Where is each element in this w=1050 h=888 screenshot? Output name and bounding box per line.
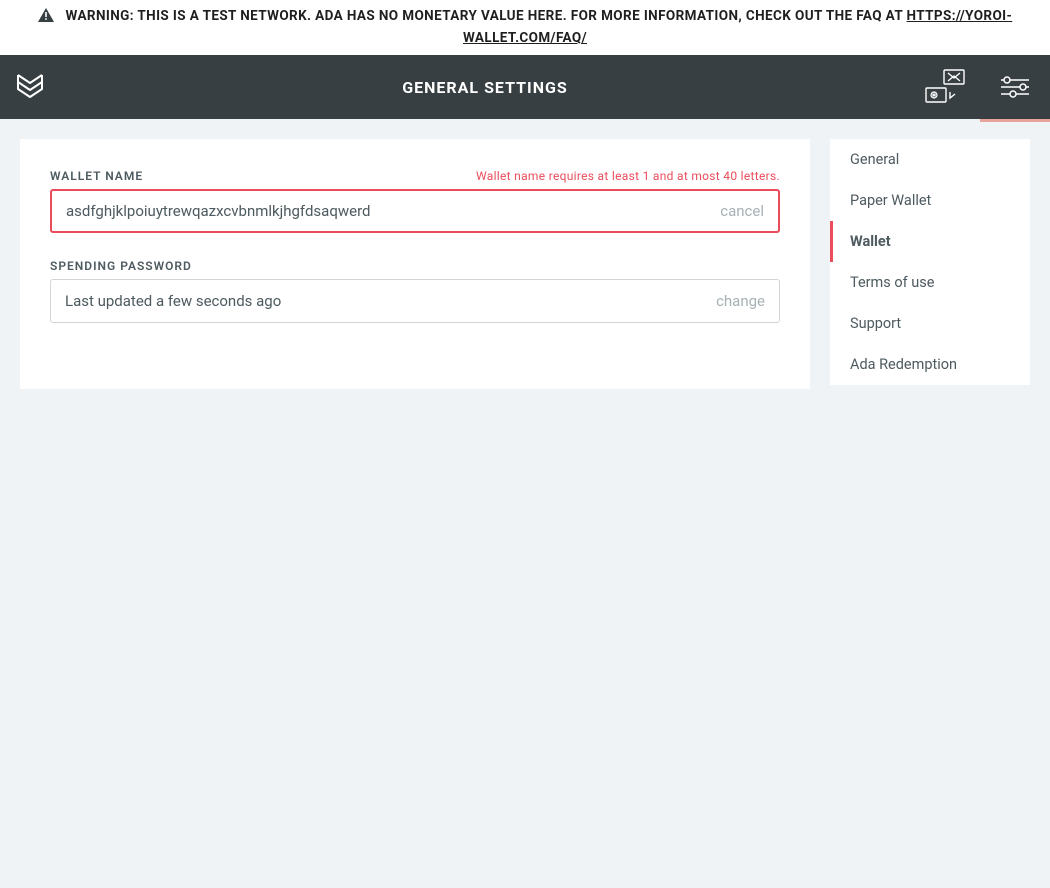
wallet-name-field[interactable]: cancel (50, 189, 780, 233)
sidebar-item-ada-redemption[interactable]: Ada Redemption (830, 344, 1030, 385)
spending-password-status: Last updated a few seconds ago (65, 292, 716, 310)
wallet-name-input[interactable] (66, 202, 720, 220)
sidebar-item-support[interactable]: Support (830, 303, 1030, 344)
spending-password-change[interactable]: change (716, 292, 765, 310)
settings-sidebar: General Paper Wallet Wallet Terms of use… (830, 139, 1030, 385)
sidebar-item-terms-of-use[interactable]: Terms of use (830, 262, 1030, 303)
sidebar-item-paper-wallet[interactable]: Paper Wallet (830, 180, 1030, 221)
warning-text: WARNING: THIS IS A TEST NETWORK. ADA HAS… (66, 8, 907, 24)
sidebar-item-wallet[interactable]: Wallet (830, 221, 1030, 262)
page-title: GENERAL SETTINGS (60, 78, 910, 97)
spending-password-label: SPENDING PASSWORD (50, 259, 192, 273)
app-logo[interactable] (0, 71, 60, 103)
sidebar-item-general[interactable]: General (830, 139, 1030, 180)
nav-wallets-icon[interactable] (910, 55, 980, 119)
wallet-name-label: WALLET NAME (50, 169, 143, 183)
nav-settings-icon[interactable] (980, 55, 1050, 119)
spending-password-field[interactable]: Last updated a few seconds ago change (50, 279, 780, 323)
warning-icon (38, 8, 54, 28)
wallet-name-error: Wallet name requires at least 1 and at m… (476, 169, 780, 183)
settings-main-panel: WALLET NAME Wallet name requires at leas… (20, 139, 810, 389)
wallet-name-cancel[interactable]: cancel (720, 202, 764, 220)
testnet-warning-banner: WARNING: THIS IS A TEST NETWORK. ADA HAS… (0, 0, 1050, 55)
app-header: GENERAL SETTINGS (0, 55, 1050, 119)
